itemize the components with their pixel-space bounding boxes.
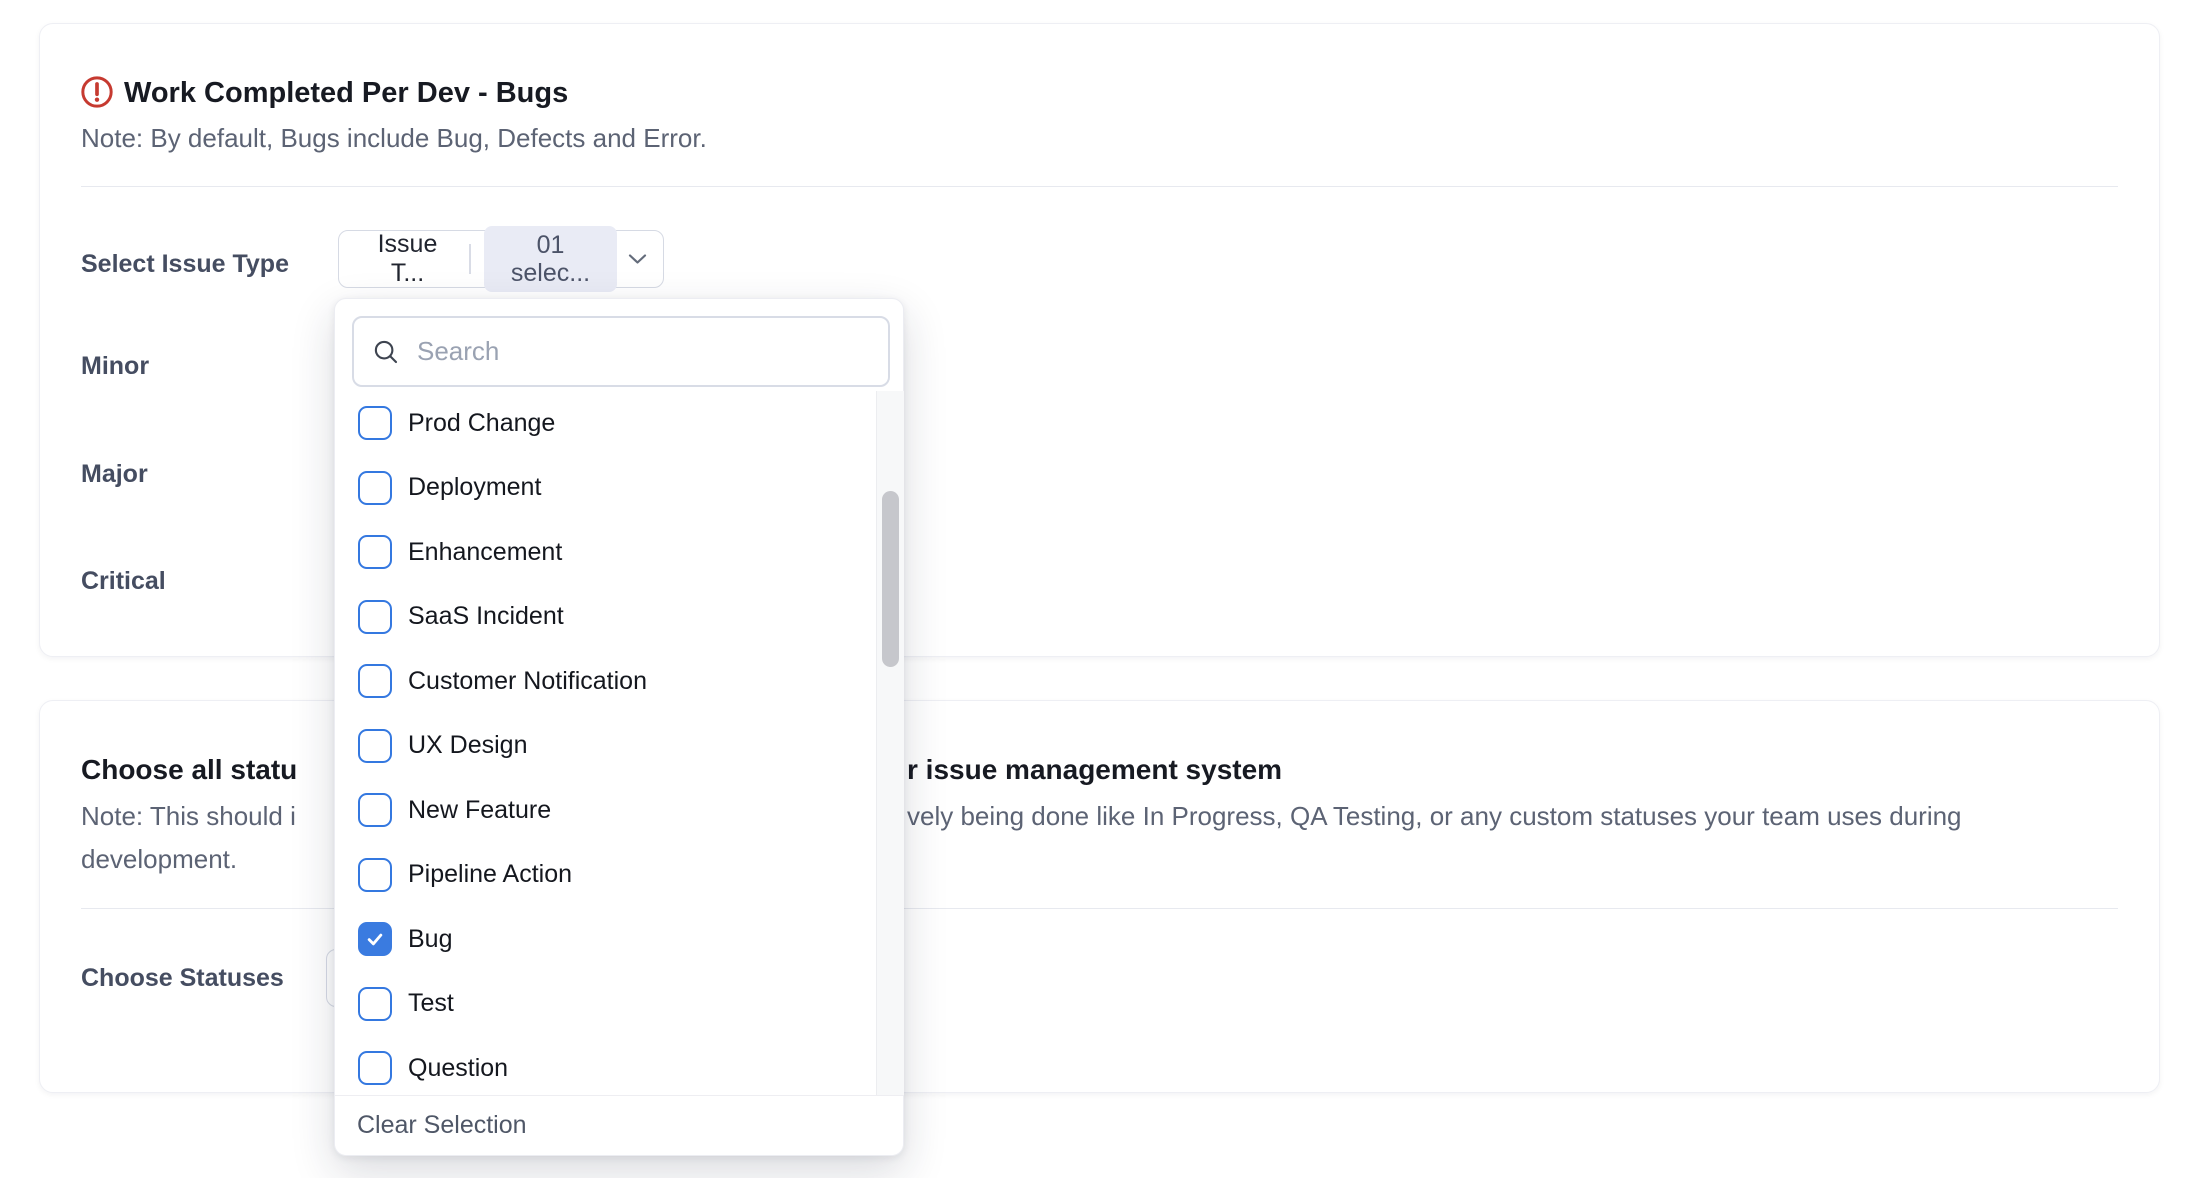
scrollbar-thumb[interactable] [882, 491, 899, 667]
issue-type-option[interactable]: UX Design [335, 714, 875, 779]
severity-label-critical: Critical [81, 566, 166, 596]
issue-type-option[interactable]: Test [335, 972, 875, 1037]
checkbox-checked-icon[interactable] [358, 922, 392, 956]
issue-type-option[interactable]: SaaS Incident [335, 585, 875, 650]
card-note: Note: By default, Bugs include Bug, Defe… [81, 121, 707, 155]
checkbox-icon[interactable] [358, 858, 392, 892]
issue-type-option-label: SaaS Incident [408, 602, 564, 631]
issue-type-option-label: UX Design [408, 731, 528, 760]
selected-count-badge: 01 selec... [484, 226, 617, 292]
search-icon [371, 337, 401, 367]
choose-statuses-label: Choose Statuses [81, 963, 284, 993]
trigger-label: Issue T... [359, 230, 456, 288]
issue-type-option-label: Customer Notification [408, 667, 647, 696]
dropdown-footer: Clear Selection [335, 1095, 903, 1155]
issue-type-option-label: Enhancement [408, 538, 562, 567]
trigger-separator [469, 244, 471, 274]
checkbox-icon[interactable] [358, 406, 392, 440]
card-note-fragment-left: Note: This should i [81, 799, 296, 833]
issue-type-option[interactable]: Bug [335, 907, 875, 972]
issue-type-list: Prod Change Deployment Enhancement SaaS Inc… [335, 391, 875, 1095]
checkbox-icon[interactable] [358, 729, 392, 763]
severity-label-major: Major [81, 459, 148, 489]
card-title: Work Completed Per Dev - Bugs [124, 76, 568, 110]
issue-type-dropdown-trigger[interactable]: Issue T... 01 selec... [338, 230, 664, 288]
alert-icon [80, 75, 114, 109]
issue-type-dropdown-panel: Prod Change Deployment Enhancement SaaS Inc… [334, 298, 904, 1156]
issue-type-option-label: Deployment [408, 473, 541, 502]
issue-type-option-label: Bug [408, 925, 452, 954]
issue-type-option[interactable]: Prod Change [335, 391, 875, 456]
card-heading-fragment-left: Choose all statu [81, 753, 297, 787]
card-heading-fragment-right: r issue management system [907, 753, 1282, 787]
chevron-down-icon [628, 253, 647, 265]
issue-type-option[interactable]: Enhancement [335, 520, 875, 585]
checkbox-icon[interactable] [358, 987, 392, 1021]
issue-type-option[interactable]: Question [335, 1036, 875, 1095]
issue-type-option-label: Question [408, 1054, 508, 1083]
search-input[interactable] [415, 335, 888, 368]
search-box [352, 316, 890, 387]
issue-type-option[interactable]: Pipeline Action [335, 843, 875, 908]
checkbox-icon[interactable] [358, 1051, 392, 1085]
issue-type-option-label: New Feature [408, 796, 551, 825]
issue-type-option-label: Pipeline Action [408, 860, 572, 889]
checkbox-icon[interactable] [358, 664, 392, 698]
checkbox-icon[interactable] [358, 600, 392, 634]
issue-type-option[interactable]: Customer Notification [335, 649, 875, 714]
divider [81, 186, 2118, 187]
page: Work Completed Per Dev - Bugs Note: By d… [0, 0, 2202, 1178]
checkbox-icon[interactable] [358, 793, 392, 827]
issue-type-option-label: Test [408, 989, 454, 1018]
issue-type-option[interactable]: Deployment [335, 456, 875, 521]
checkbox-icon[interactable] [358, 535, 392, 569]
issue-type-option[interactable]: New Feature [335, 778, 875, 843]
severity-label-minor: Minor [81, 351, 149, 381]
checkbox-icon[interactable] [358, 471, 392, 505]
issue-type-option-label: Prod Change [408, 409, 555, 438]
card-note-line2: development. [81, 842, 237, 876]
card-note-fragment-right: vely being done like In Progress, QA Tes… [907, 799, 1962, 833]
issue-type-label: Select Issue Type [81, 249, 289, 279]
clear-selection-button[interactable]: Clear Selection [357, 1111, 527, 1140]
